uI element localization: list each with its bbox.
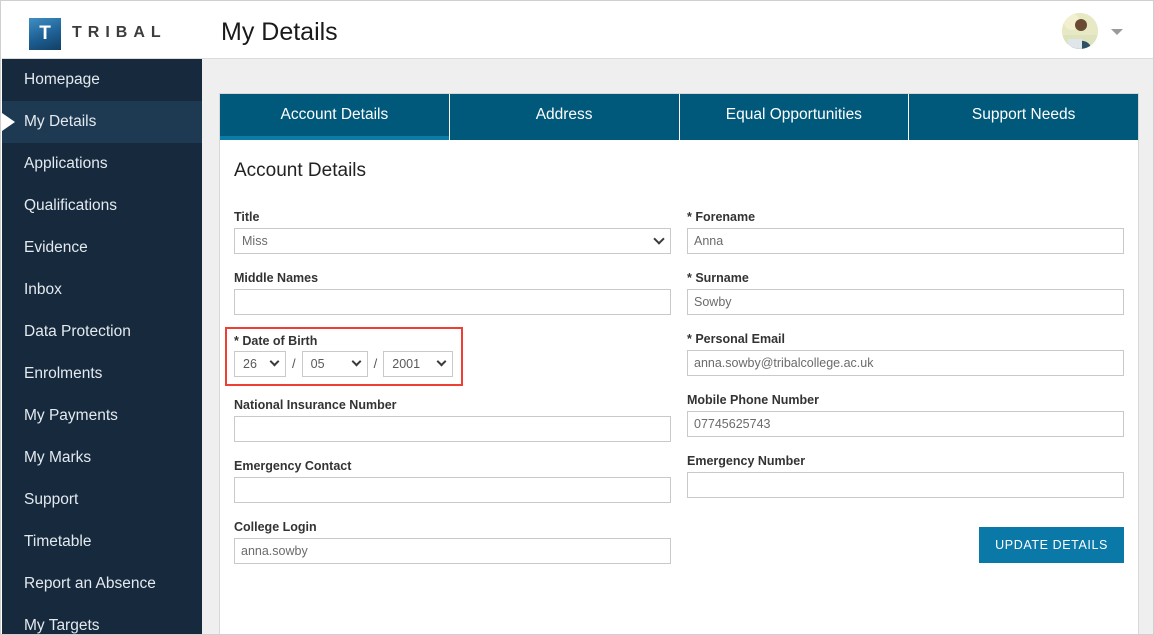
app-window: T TRIBAL My Details Homepage My Details … (0, 0, 1154, 635)
dob-day-value: 26 (243, 357, 257, 371)
page-title: My Details (221, 18, 338, 46)
emergency-number-label: Emergency Number (687, 454, 806, 468)
personal-email-input[interactable] (687, 350, 1124, 376)
chevron-down-icon (269, 356, 280, 367)
sidebar-item-timetable[interactable]: Timetable (2, 521, 202, 563)
emergency-number-input[interactable] (687, 472, 1124, 498)
sidebar-item-my-targets[interactable]: My Targets (2, 605, 202, 634)
field-emergency-contact: Emergency Contact (234, 459, 671, 503)
sidebar-item-evidence[interactable]: Evidence (2, 227, 202, 269)
national-insurance-input[interactable] (234, 416, 671, 442)
emergency-contact-label: Emergency Contact (234, 459, 352, 473)
content-area: Account Details Address Equal Opportunit… (202, 59, 1153, 634)
tribal-logo-icon: T (29, 18, 61, 50)
field-college-login: College Login (234, 520, 671, 564)
middle-names-label: Middle Names (234, 271, 319, 285)
dob-separator: / (292, 356, 296, 371)
dob-year-select[interactable]: 2001 (383, 351, 454, 377)
sidebar-item-my-details[interactable]: My Details (2, 101, 202, 143)
title-value: Miss (242, 234, 268, 248)
sidebar-item-my-payments[interactable]: My Payments (2, 395, 202, 437)
mobile-phone-input[interactable] (687, 411, 1124, 437)
sidebar-item-homepage[interactable]: Homepage (2, 59, 202, 101)
forename-input[interactable] (687, 228, 1124, 254)
emergency-contact-input[interactable] (234, 477, 671, 503)
sidebar-item-my-marks[interactable]: My Marks (2, 437, 202, 479)
tab-account-details[interactable]: Account Details (220, 94, 450, 140)
college-login-label: College Login (234, 520, 317, 534)
sidebar-item-label: Support (24, 491, 79, 508)
avatar[interactable] (1062, 13, 1098, 49)
tab-label: Account Details (280, 106, 389, 123)
dob-month-select[interactable]: 05 (301, 351, 368, 377)
date-of-birth-slot: * Date of Birth 26 / 05 / 2001 (225, 327, 671, 398)
date-of-birth-group: * Date of Birth 26 / 05 / 2001 (225, 327, 464, 386)
update-details-button[interactable]: UPDATE DETAILS (979, 527, 1124, 563)
sidebar-item-label: My Marks (24, 449, 92, 466)
dob-month-value: 05 (310, 357, 325, 371)
national-insurance-label: National Insurance Number (234, 398, 397, 412)
sidebar-item-label: Data Protection (24, 323, 131, 340)
field-emergency-number: Emergency Number (687, 454, 1124, 498)
mobile-phone-label: Mobile Phone Number (687, 393, 819, 407)
sidebar-item-label: Qualifications (24, 197, 118, 214)
sidebar-item-label: Applications (24, 155, 108, 172)
sidebar-item-label: Homepage (24, 71, 100, 88)
tab-label: Address (535, 106, 593, 123)
sidebar: Homepage My Details Applications Qualifi… (2, 59, 202, 634)
middle-names-input[interactable] (234, 289, 671, 315)
personal-email-label: * Personal Email (687, 332, 785, 346)
sidebar-item-applications[interactable]: Applications (2, 143, 202, 185)
sidebar-item-label: My Payments (24, 407, 118, 424)
top-bar: T TRIBAL My Details (2, 2, 1153, 59)
section-title: Account Details (234, 160, 367, 181)
tab-address[interactable]: Address (449, 94, 680, 140)
form-column-right: * Forename * Surname * Personal Email (687, 210, 1124, 581)
sidebar-item-label: Report an Absence (24, 575, 156, 592)
college-login-input[interactable] (234, 538, 671, 564)
title-label: Title (234, 210, 260, 224)
field-title: Title Miss (234, 210, 671, 254)
field-national-insurance: National Insurance Number (234, 398, 671, 442)
chevron-down-icon (653, 233, 665, 245)
sidebar-item-qualifications[interactable]: Qualifications (2, 185, 202, 227)
chevron-down-icon[interactable] (1111, 29, 1123, 35)
field-personal-email: * Personal Email (687, 332, 1124, 376)
sidebar-item-inbox[interactable]: Inbox (2, 269, 202, 311)
sidebar-item-label: Timetable (24, 533, 92, 550)
sidebar-item-label: Inbox (24, 281, 62, 298)
tab-support-needs[interactable]: Support Needs (909, 94, 1138, 140)
sidebar-item-support[interactable]: Support (2, 479, 202, 521)
tab-equal-opportunities[interactable]: Equal Opportunities (679, 94, 910, 140)
sidebar-item-label: Evidence (24, 239, 88, 256)
forename-label: * Forename (687, 210, 756, 224)
field-middle-names: Middle Names (234, 271, 671, 315)
field-surname: * Surname (687, 271, 1124, 315)
field-forename: * Forename (687, 210, 1124, 254)
form-column-left: Title Miss Middle Names * Date of Birth … (225, 210, 671, 581)
date-of-birth-label: * Date of Birth (234, 334, 318, 348)
dob-year-value: 2001 (392, 357, 421, 371)
sidebar-item-label: Enrolments (24, 365, 103, 382)
chevron-down-icon (351, 356, 362, 367)
chevron-down-icon (436, 356, 447, 367)
surname-label: * Surname (687, 271, 749, 285)
field-mobile-phone: Mobile Phone Number (687, 393, 1124, 437)
dob-day-select[interactable]: 26 (234, 351, 286, 377)
tab-label: Support Needs (971, 106, 1076, 123)
brand-name: TRIBAL (72, 24, 167, 41)
details-panel: Account Details Address Equal Opportunit… (219, 93, 1139, 634)
form-actions: UPDATE DETAILS (979, 527, 1124, 563)
dob-separator: / (373, 356, 378, 371)
sidebar-item-data-protection[interactable]: Data Protection (2, 311, 202, 353)
title-select[interactable]: Miss (234, 228, 671, 254)
sidebar-item-report-an-absence[interactable]: Report an Absence (2, 563, 202, 605)
tab-label: Equal Opportunities (725, 106, 862, 123)
surname-input[interactable] (687, 289, 1124, 315)
tab-bar: Account Details Address Equal Opportunit… (220, 94, 1138, 140)
sidebar-item-enrolments[interactable]: Enrolments (2, 353, 202, 395)
account-details-form: Account Details Title Miss Middle Names … (220, 140, 1138, 581)
sidebar-item-label: My Targets (24, 617, 100, 634)
sidebar-item-label: My Details (24, 113, 97, 130)
